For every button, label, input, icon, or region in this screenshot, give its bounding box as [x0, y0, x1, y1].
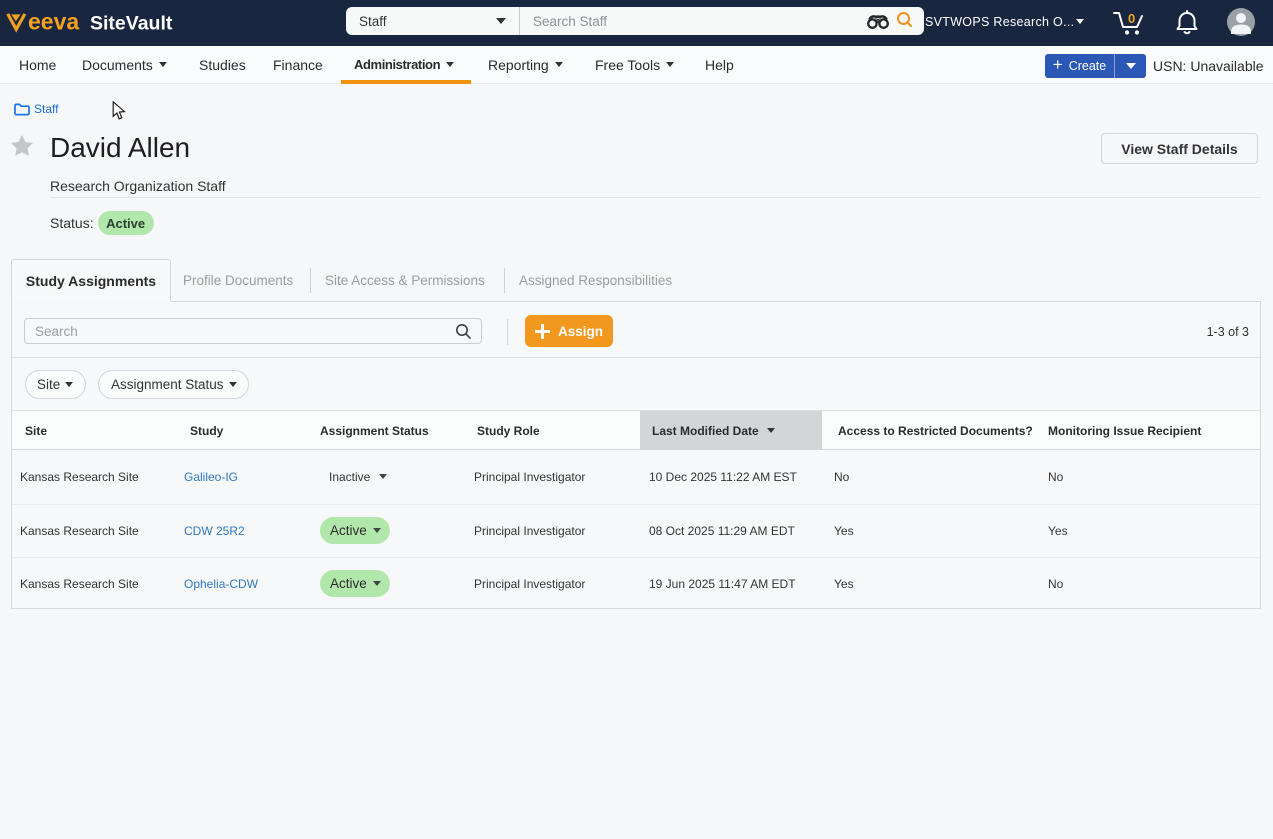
svg-text:eeva: eeva [28, 9, 79, 35]
svg-text:SiteVault: SiteVault [90, 13, 173, 35]
